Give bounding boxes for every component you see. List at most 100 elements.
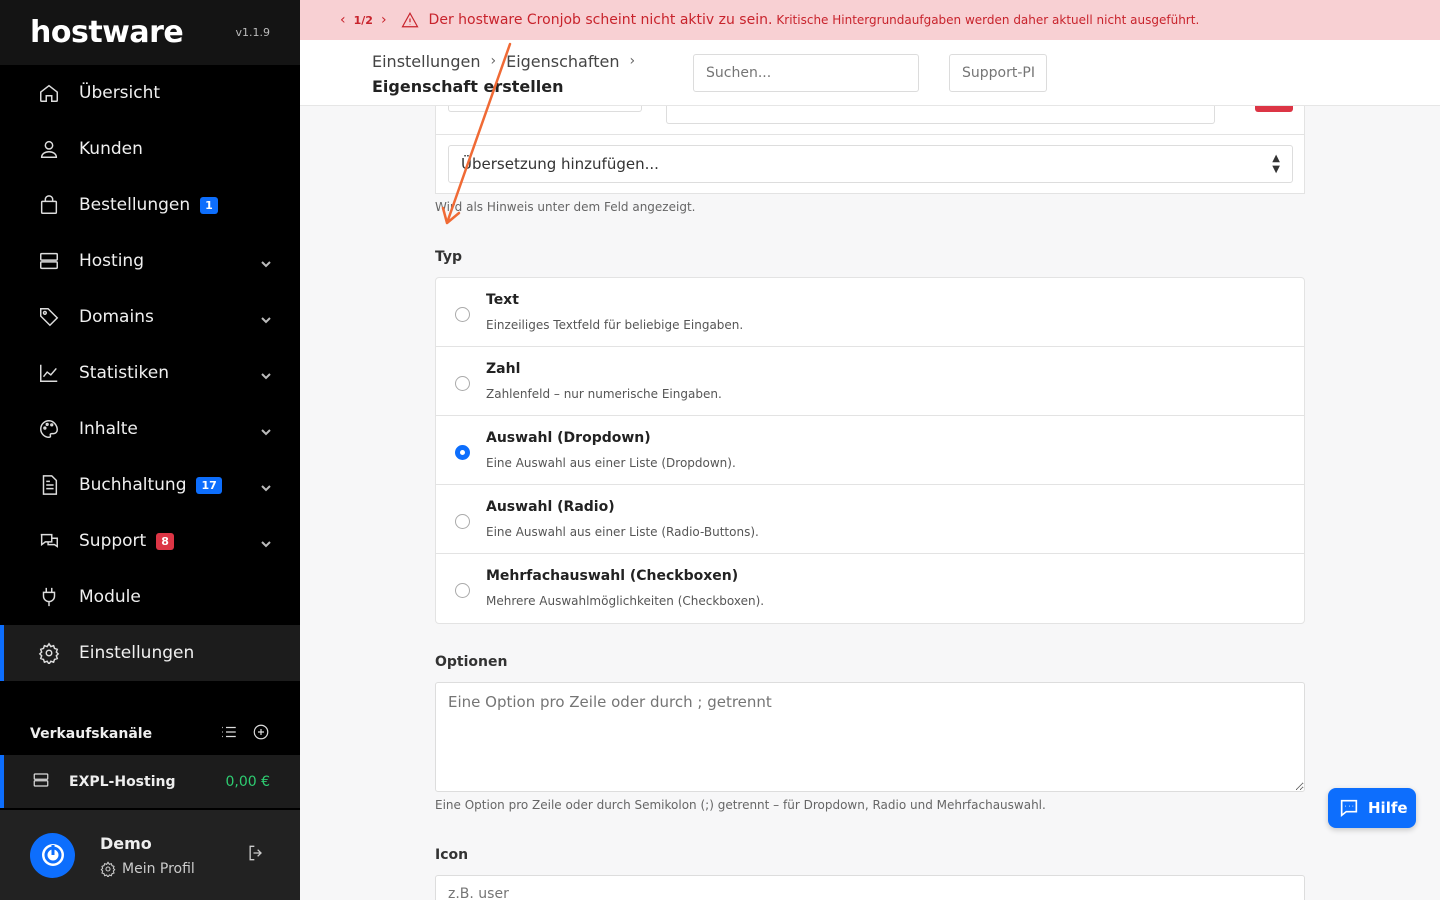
sidebar-item-label: Domains: [79, 307, 154, 327]
search-input[interactable]: [693, 54, 919, 92]
type-option-title: Auswahl (Radio): [486, 499, 615, 515]
document-icon: [38, 474, 60, 496]
help-button[interactable]: Hilfe: [1328, 788, 1416, 828]
sidebar-item-kunden[interactable]: Kunden: [0, 121, 300, 177]
sidebar-item-einstellungen[interactable]: Einstellungen: [0, 625, 300, 681]
bag-icon: [38, 194, 60, 216]
palette-icon: [38, 418, 60, 440]
chevron-down-icon: [260, 535, 272, 548]
chevron-right-icon: ›: [490, 53, 497, 69]
add-translation-label: Übersetzung hinzufügen...: [461, 155, 659, 173]
translation-hint: Wird als Hinweis unter dem Feld angezeig…: [435, 200, 696, 214]
sidebar-item-uebersicht[interactable]: Übersicht: [0, 65, 300, 121]
logout-icon[interactable]: [246, 843, 266, 867]
orders-badge: 1: [200, 196, 218, 214]
icon-label: Icon: [435, 847, 469, 863]
type-option-checkboxes[interactable]: Mehrfachauswahl (Checkboxen) Mehrere Aus…: [436, 554, 1304, 623]
sidebar-item-inhalte[interactable]: Inhalte: [0, 401, 300, 457]
next-alert-button[interactable]: ›: [381, 12, 387, 28]
server-icon: [32, 771, 69, 793]
type-option-text[interactable]: Text Einzeiliges Textfeld für beliebige …: [436, 278, 1304, 347]
sidebar-item-label: Inhalte: [79, 419, 138, 439]
radio-checkboxes[interactable]: [455, 583, 470, 598]
user-icon: [38, 138, 60, 160]
channel-name: EXPL-Hosting: [69, 773, 176, 790]
sidebar-item-label: Kunden: [79, 139, 143, 159]
sidebar-item-label: Einstellungen: [79, 643, 195, 663]
chat-icon: [1340, 799, 1358, 818]
warning-icon: [401, 11, 419, 29]
type-label: Typ: [435, 249, 463, 265]
sidebar-item-buchhaltung[interactable]: Buchhaltung 17: [0, 457, 300, 513]
sidebar-item-label: Bestellungen: [79, 195, 191, 215]
plug-icon: [38, 586, 60, 608]
options-hint: Eine Option pro Zeile oder durch Semikol…: [435, 798, 1046, 812]
remove-translation-button[interactable]: [1255, 106, 1293, 112]
translation-box: Übersetzung hinzufügen... ▲ ▼: [435, 106, 1305, 194]
type-options: Text Einzeiliges Textfeld für beliebige …: [435, 277, 1305, 624]
add-translation-select[interactable]: Übersetzung hinzufügen... ▲ ▼: [448, 145, 1293, 183]
radio-dropdown[interactable]: [455, 445, 470, 460]
my-profile-label: Mein Profil: [122, 860, 195, 877]
sidebar-item-statistiken[interactable]: Statistiken: [0, 345, 300, 401]
help-button-label: Hilfe: [1368, 799, 1408, 817]
icon-input[interactable]: [435, 875, 1305, 900]
page-title: Eigenschaft erstellen: [372, 77, 564, 96]
type-option-radio[interactable]: Auswahl (Radio) Eine Auswahl aus einer L…: [436, 485, 1304, 554]
chevron-down-icon: [260, 367, 272, 380]
prev-alert-button[interactable]: ‹: [340, 12, 346, 28]
chevron-down-icon: [260, 479, 272, 492]
translation-textarea[interactable]: [666, 106, 1215, 124]
sidebar-item-domains[interactable]: Domains: [0, 289, 300, 345]
cronjob-alert: ‹ 1/2 › Der hostware Cronjob scheint nic…: [300, 0, 1440, 40]
add-circle-icon[interactable]: [252, 723, 270, 745]
type-option-desc: Mehrere Auswahlmöglichkeiten (Checkboxen…: [486, 594, 765, 608]
profile-name: Demo: [100, 833, 152, 853]
chart-icon: [38, 362, 60, 384]
type-option-desc: Einzeiliges Textfeld für beliebige Einga…: [486, 318, 744, 332]
sidebar: hostware v1.1.9 Übersicht Kunden Bestell…: [0, 0, 300, 900]
server-icon: [38, 250, 60, 272]
chat-icon: [38, 530, 60, 552]
select-caret-icon: ▲ ▼: [1272, 153, 1280, 175]
options-textarea[interactable]: [435, 682, 1305, 792]
channel-price: 0,00 €: [225, 773, 270, 790]
chevron-down-icon: [260, 423, 272, 436]
sidebar-item-label: Buchhaltung: [79, 475, 187, 495]
type-option-desc: Eine Auswahl aus einer Liste (Radio-Butt…: [486, 525, 759, 539]
sidebar-item-label: Statistiken: [79, 363, 169, 383]
radio-zahl[interactable]: [455, 376, 470, 391]
type-option-zahl[interactable]: Zahl Zahlenfeld – nur numerische Eingabe…: [436, 347, 1304, 416]
language-input[interactable]: [448, 106, 642, 112]
sidebar-item-support[interactable]: Support 8: [0, 513, 300, 569]
sidebar-item-bestellungen[interactable]: Bestellungen 1: [0, 177, 300, 233]
sales-channels-title: Verkaufskanäle: [30, 726, 153, 742]
topbar: Einstellungen › Eigenschaften › Eigensch…: [300, 40, 1440, 106]
list-icon[interactable]: [220, 723, 238, 745]
type-option-title: Zahl: [486, 361, 521, 377]
breadcrumb-einstellungen[interactable]: Einstellungen: [372, 52, 480, 71]
accounting-badge: 17: [196, 476, 222, 494]
sidebar-item-hosting[interactable]: Hosting: [0, 233, 300, 289]
avatar[interactable]: [30, 832, 75, 878]
radio-radio[interactable]: [455, 514, 470, 529]
radio-text[interactable]: [455, 307, 470, 322]
logo-row: hostware v1.1.9: [0, 0, 300, 65]
support-pin-input[interactable]: [949, 54, 1047, 92]
breadcrumb: Einstellungen › Eigenschaften › Eigensch…: [372, 50, 645, 97]
type-option-title: Mehrfachauswahl (Checkboxen): [486, 568, 739, 584]
home-icon: [38, 82, 60, 104]
sales-channel-item[interactable]: EXPL-Hosting 0,00 €: [0, 755, 300, 808]
type-option-dropdown[interactable]: Auswahl (Dropdown) Eine Auswahl aus eine…: [436, 416, 1304, 485]
logo[interactable]: hostware: [30, 15, 184, 50]
breadcrumb-eigenschaften[interactable]: Eigenschaften: [506, 52, 619, 71]
divider: [436, 134, 1304, 135]
chevron-down-icon: [260, 255, 272, 268]
main-nav: Übersicht Kunden Bestellungen 1 Hosting …: [0, 65, 300, 681]
sidebar-item-label: Module: [79, 587, 141, 607]
sidebar-item-module[interactable]: Module: [0, 569, 300, 625]
tag-icon: [38, 306, 60, 328]
type-option-title: Auswahl (Dropdown): [486, 430, 651, 446]
my-profile-link[interactable]: Mein Profil: [100, 861, 195, 877]
chevron-right-icon: ›: [629, 53, 636, 69]
